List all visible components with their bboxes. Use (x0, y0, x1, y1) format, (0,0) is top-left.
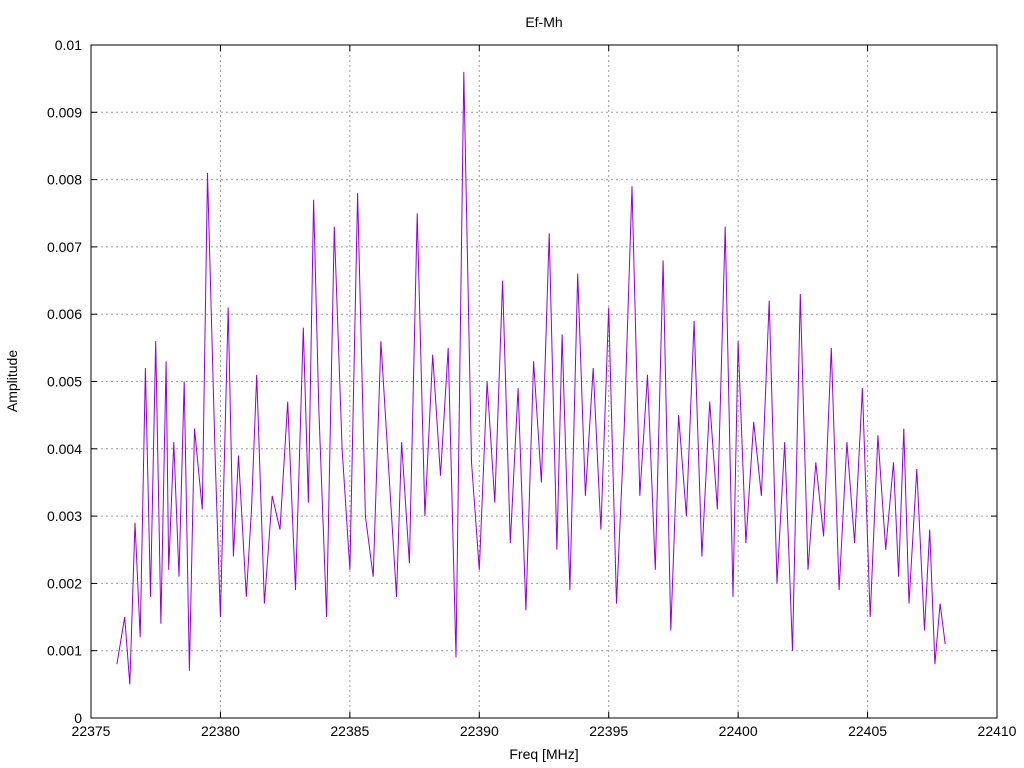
x-tick-label: 22405 (848, 723, 887, 739)
y-tick-label: 0.004 (47, 441, 82, 457)
x-tick-label: 22410 (978, 723, 1017, 739)
y-tick-label: 0.008 (47, 172, 82, 188)
y-tick-label: 0.002 (47, 575, 82, 591)
y-tick-label: 0.007 (47, 239, 82, 255)
chart-background (0, 0, 1024, 768)
y-tick-label: 0.006 (47, 306, 82, 322)
y-tick-label: 0 (74, 710, 82, 726)
y-tick-label: 0.01 (55, 37, 82, 53)
spectrum-chart: 22375 22380 22385 22390 22395 22400 22405 22410… (0, 0, 1024, 768)
x-tick-label: 22385 (330, 723, 369, 739)
y-tick-label: 0.005 (47, 374, 82, 390)
x-axis-label: Freq [MHz] (509, 746, 578, 762)
y-tick-label: 0.001 (47, 643, 82, 659)
x-tick-label: 22380 (201, 723, 240, 739)
y-tick-label: 0.009 (47, 104, 82, 120)
y-axis-label: Amplitude (4, 350, 20, 412)
y-tick-label: 0.003 (47, 508, 82, 524)
x-tick-label: 22390 (460, 723, 499, 739)
x-tick-label: 22395 (589, 723, 628, 739)
x-tick-label: 22400 (719, 723, 758, 739)
chart-title: Ef-Mh (525, 14, 562, 30)
